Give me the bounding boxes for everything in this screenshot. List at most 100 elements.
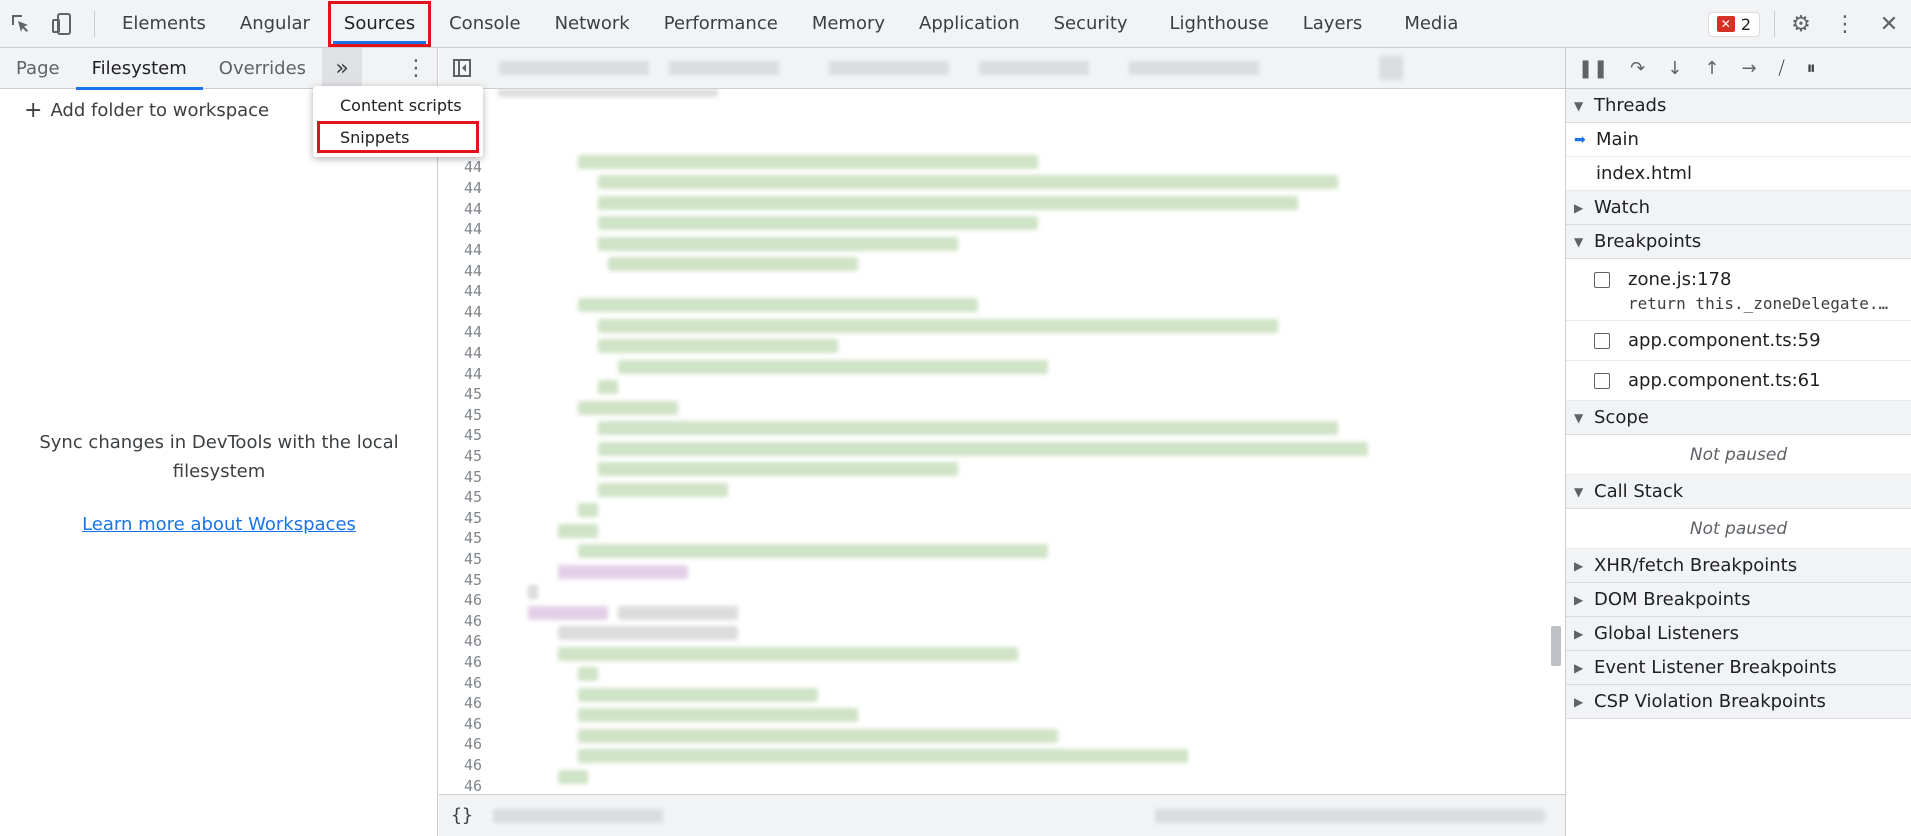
sources-navigator: Page Filesystem Overrides » ⋮ + Add fold…	[0, 47, 438, 836]
tab-page[interactable]: Page	[0, 48, 76, 89]
error-count-badge[interactable]: ✕ 2	[1707, 11, 1760, 37]
pause-on-exceptions-icon[interactable]: ⏸	[1807, 58, 1816, 79]
line-number: 45	[463, 447, 482, 465]
step-icon[interactable]: →	[1741, 58, 1756, 79]
menu-item-snippets[interactable]: Snippets	[317, 121, 479, 153]
breakpoint-code: return this._zoneDelegate.…	[1628, 294, 1889, 313]
breakpoint-location: app.component.ts:61	[1628, 370, 1821, 391]
line-number: 44	[463, 303, 482, 321]
section-call-stack[interactable]: ▼ Call Stack	[1566, 475, 1911, 509]
deactivate-breakpoints-icon[interactable]: ⧸	[1779, 58, 1785, 79]
line-number: 46	[463, 777, 482, 795]
file-tab[interactable]	[979, 61, 1089, 75]
tab-network[interactable]: Network	[538, 0, 647, 48]
thread-main[interactable]: ➡ Main	[1566, 123, 1911, 157]
collapsed-triangle-icon: ▶	[1574, 592, 1584, 607]
tab-application[interactable]: Application	[902, 0, 1037, 48]
tab-angular[interactable]: Angular	[223, 0, 327, 48]
close-icon[interactable]: ✕	[1867, 0, 1911, 48]
device-toolbar-icon[interactable]	[42, 0, 84, 48]
line-number: 45	[463, 529, 482, 547]
line-number: 45	[463, 571, 482, 589]
tab-media[interactable]: Media	[1387, 0, 1475, 48]
file-tab[interactable]	[1129, 61, 1259, 75]
tab-console[interactable]: Console	[432, 0, 537, 48]
section-csp-violation-breakpoints[interactable]: ▶ CSP Violation Breakpoints	[1566, 685, 1911, 719]
tab-sources[interactable]: Sources	[327, 0, 432, 48]
section-title: Threads	[1594, 95, 1667, 116]
devtools-tab-bar: Elements Angular Sources Console Network…	[0, 0, 1911, 48]
tab-security[interactable]: Security	[1037, 0, 1145, 48]
section-global-listeners[interactable]: ▶ Global Listeners	[1566, 617, 1911, 651]
more-vertical-icon[interactable]: ⋮	[1823, 0, 1867, 48]
tab-layers[interactable]: Layers	[1286, 0, 1380, 48]
editor-file-tabs	[439, 48, 1565, 89]
section-watch[interactable]: ▶ Watch	[1566, 191, 1911, 225]
section-title: Event Listener Breakpoints	[1594, 657, 1837, 678]
breakpoint-checkbox[interactable]	[1594, 332, 1610, 349]
line-number: 44	[463, 220, 482, 238]
section-event-listener-breakpoints[interactable]: ▶ Event Listener Breakpoints	[1566, 651, 1911, 685]
debugger-toolbar: ❚❚ ↷ ↓ ↑ → ⧸ ⏸	[1566, 48, 1911, 89]
tab-lighthouse[interactable]: Lighthouse	[1153, 0, 1286, 48]
line-number: 45	[463, 509, 482, 527]
file-tab[interactable]	[499, 61, 649, 75]
file-tab[interactable]	[829, 61, 949, 75]
line-number: 44	[463, 262, 482, 280]
thread-label: index.html	[1596, 163, 1692, 184]
settings-gear-icon[interactable]: ⚙	[1779, 0, 1823, 48]
pause-icon[interactable]: ❚❚	[1578, 58, 1608, 79]
line-number: 44	[463, 282, 482, 300]
line-number: 46	[463, 756, 482, 774]
more-tabs-chevron-icon[interactable]: »	[322, 47, 363, 89]
inspect-element-icon[interactable]	[0, 0, 42, 48]
section-dom-breakpoints[interactable]: ▶ DOM Breakpoints	[1566, 583, 1911, 617]
thread-index-html[interactable]: index.html	[1566, 157, 1911, 191]
section-xhr-breakpoints[interactable]: ▶ XHR/fetch Breakpoints	[1566, 549, 1911, 583]
section-title: XHR/fetch Breakpoints	[1594, 555, 1798, 576]
tab-overrides[interactable]: Overrides	[203, 48, 322, 89]
tab-memory[interactable]: Memory	[795, 0, 902, 48]
breakpoint-checkbox[interactable]	[1594, 372, 1610, 389]
file-tab[interactable]	[669, 61, 779, 75]
tab-elements[interactable]: Elements	[105, 0, 223, 48]
step-into-icon[interactable]: ↓	[1667, 58, 1682, 79]
collapsed-triangle-icon: ▶	[1574, 200, 1584, 215]
line-number: 44	[463, 323, 482, 341]
breakpoint-item[interactable]: zone.js:178 return this._zoneDelegate.…	[1566, 259, 1911, 321]
menu-item-content-scripts[interactable]: Content scripts	[313, 89, 483, 121]
expanded-triangle-icon: ▼	[1574, 98, 1584, 113]
more-tabs-dropdown: Content scripts Snippets	[313, 86, 483, 157]
breakpoint-item[interactable]: app.component.ts:59	[1566, 321, 1911, 361]
line-number: 46	[463, 715, 482, 733]
line-number: 45	[463, 468, 482, 486]
sync-message: Sync changes in DevTools with the local …	[39, 432, 399, 482]
breakpoint-location: app.component.ts:59	[1628, 330, 1821, 351]
code-content-blurred[interactable]	[488, 89, 1528, 789]
step-over-icon[interactable]: ↷	[1630, 58, 1645, 79]
breakpoint-checkbox[interactable]	[1594, 272, 1610, 288]
code-editor-panel: 44 44 44 44 44 44 44 44 44 44 44 45 45 4…	[439, 48, 1565, 836]
more-tabs-button[interactable]	[1379, 56, 1403, 80]
plus-icon: +	[24, 97, 43, 123]
pretty-print-button[interactable]: {}	[439, 805, 485, 826]
tab-performance[interactable]: Performance	[647, 0, 795, 48]
tab-filesystem[interactable]: Filesystem	[75, 48, 203, 90]
section-breakpoints[interactable]: ▼ Breakpoints	[1566, 225, 1911, 259]
editor-scrollbar-thumb[interactable]	[1551, 626, 1561, 666]
line-number: 45	[463, 488, 482, 506]
breakpoint-item[interactable]: app.component.ts:61	[1566, 361, 1911, 401]
thread-label: Main	[1596, 129, 1639, 150]
line-number-gutter: 44 44 44 44 44 44 44 44 44 44 44 45 45 4…	[439, 89, 488, 836]
expanded-triangle-icon: ▼	[1574, 410, 1584, 425]
editor-status-bar: {}	[439, 794, 1565, 836]
toggle-navigator-icon[interactable]	[439, 48, 485, 89]
section-threads[interactable]: ▼ Threads	[1566, 89, 1911, 123]
collapsed-triangle-icon: ▶	[1574, 694, 1584, 709]
section-scope[interactable]: ▼ Scope	[1566, 401, 1911, 435]
collapsed-triangle-icon: ▶	[1574, 626, 1584, 641]
step-out-icon[interactable]: ↑	[1704, 58, 1719, 79]
current-thread-arrow-icon: ➡	[1574, 131, 1586, 148]
learn-more-workspaces-link[interactable]: Learn more about Workspaces	[30, 514, 408, 535]
navigator-more-vertical-icon[interactable]: ⋮	[405, 48, 427, 89]
